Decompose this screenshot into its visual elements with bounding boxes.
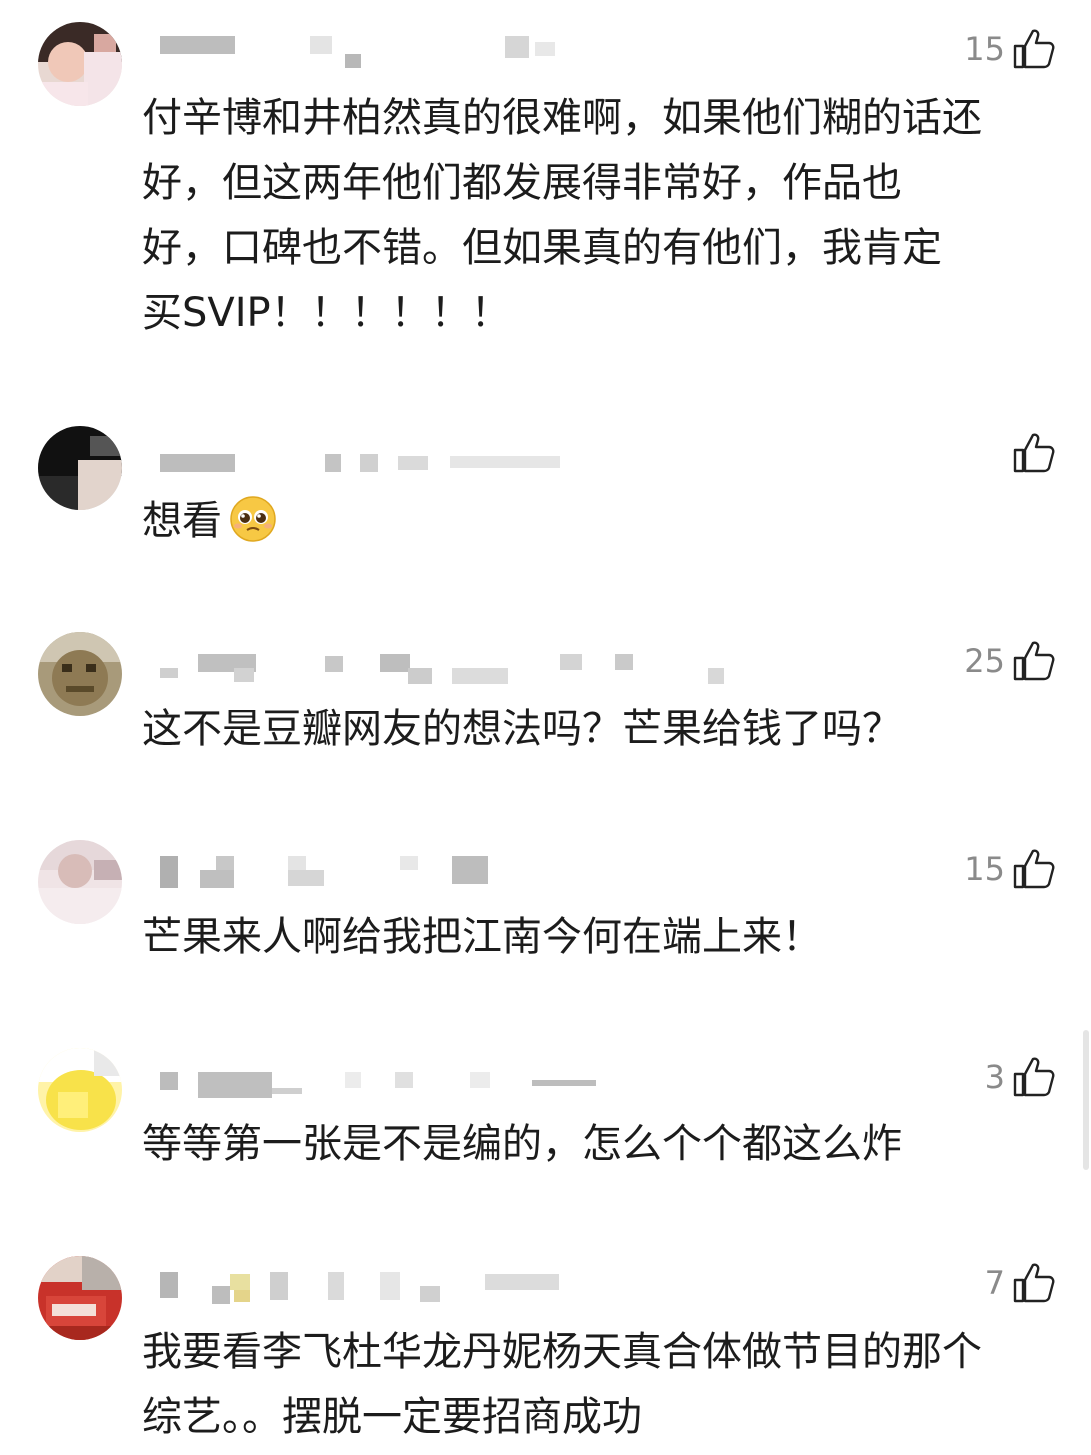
avatar[interactable] xyxy=(38,1048,122,1132)
comment-text: 付辛博和井柏然真的很难啊，如果他们糊的话还 好，但这两年他们都发展得非常好，作品… xyxy=(142,86,1062,346)
comment-line: 想看 xyxy=(142,498,222,544)
thumbs-up-icon xyxy=(1011,847,1055,891)
thumbs-up-icon xyxy=(1011,639,1055,683)
avatar[interactable] xyxy=(38,1256,122,1340)
like-count: 7 xyxy=(984,1264,1005,1302)
username-censored[interactable] xyxy=(160,1068,760,1098)
username-censored[interactable] xyxy=(160,450,760,480)
avatar[interactable] xyxy=(38,426,122,510)
comment-line: 等等第一张是不是编的，怎么个个都这么炸 xyxy=(142,1121,902,1167)
username-censored[interactable] xyxy=(160,856,760,888)
comment-text: 我要看李飞杜华龙丹妮杨天真合体做节目的那个 综艺。。摆脱一定要招商成功 xyxy=(142,1320,1062,1450)
thumbs-up-icon xyxy=(1011,27,1055,71)
comment-line: 好，但这两年他们都发展得非常好，作品也 xyxy=(142,160,902,206)
comment-text: 等等第一张是不是编的，怎么个个都这么炸 xyxy=(142,1112,1062,1177)
like-button[interactable]: 25 xyxy=(964,636,1055,686)
comment-line: 这不是豆瓣网友的想法吗？芒果给钱了吗？ xyxy=(142,706,902,752)
thumbs-up-icon xyxy=(1011,431,1055,475)
thumbs-up-icon xyxy=(1011,1055,1055,1099)
comment-line: 买SVIP！！！！！！ xyxy=(142,290,511,336)
like-count: 3 xyxy=(984,1058,1005,1096)
like-button[interactable]: 15 xyxy=(964,844,1055,894)
comment-line: 好，口碑也不错。但如果真的有他们，我肯定 xyxy=(142,225,942,271)
username-censored[interactable] xyxy=(160,654,760,684)
like-button[interactable]: 3 xyxy=(985,1052,1055,1102)
comment-text: 芒果来人啊给我把江南今何在端上来！ xyxy=(142,905,1062,970)
username-censored[interactable] xyxy=(160,1272,760,1304)
username-censored[interactable] xyxy=(160,32,760,68)
like-count: 25 xyxy=(964,642,1005,680)
like-count: 15 xyxy=(964,30,1005,68)
comment-text: 这不是豆瓣网友的想法吗？芒果给钱了吗？ xyxy=(142,697,1062,762)
comment-text: 想看 xyxy=(142,489,1062,554)
comment-line: 付辛博和井柏然真的很难啊，如果他们糊的话还 xyxy=(142,95,982,141)
comment-line: 芒果来人啊给我把江南今何在端上来！ xyxy=(142,914,822,960)
avatar[interactable] xyxy=(38,632,122,716)
like-button[interactable] xyxy=(1005,428,1055,478)
pleading-face-emoji xyxy=(228,494,278,544)
like-button[interactable]: 15 xyxy=(964,24,1055,74)
comment-line: 我要看李飞杜华龙丹妮杨天真合体做节目的那个 xyxy=(142,1329,982,1375)
like-count: 15 xyxy=(964,850,1005,888)
scrollbar[interactable] xyxy=(1083,1030,1089,1170)
thumbs-up-icon xyxy=(1011,1261,1055,1305)
comment-line: 综艺。。摆脱一定要招商成功 xyxy=(142,1394,642,1440)
avatar[interactable] xyxy=(38,22,122,106)
avatar[interactable] xyxy=(38,840,122,924)
like-button[interactable]: 7 xyxy=(985,1258,1055,1308)
